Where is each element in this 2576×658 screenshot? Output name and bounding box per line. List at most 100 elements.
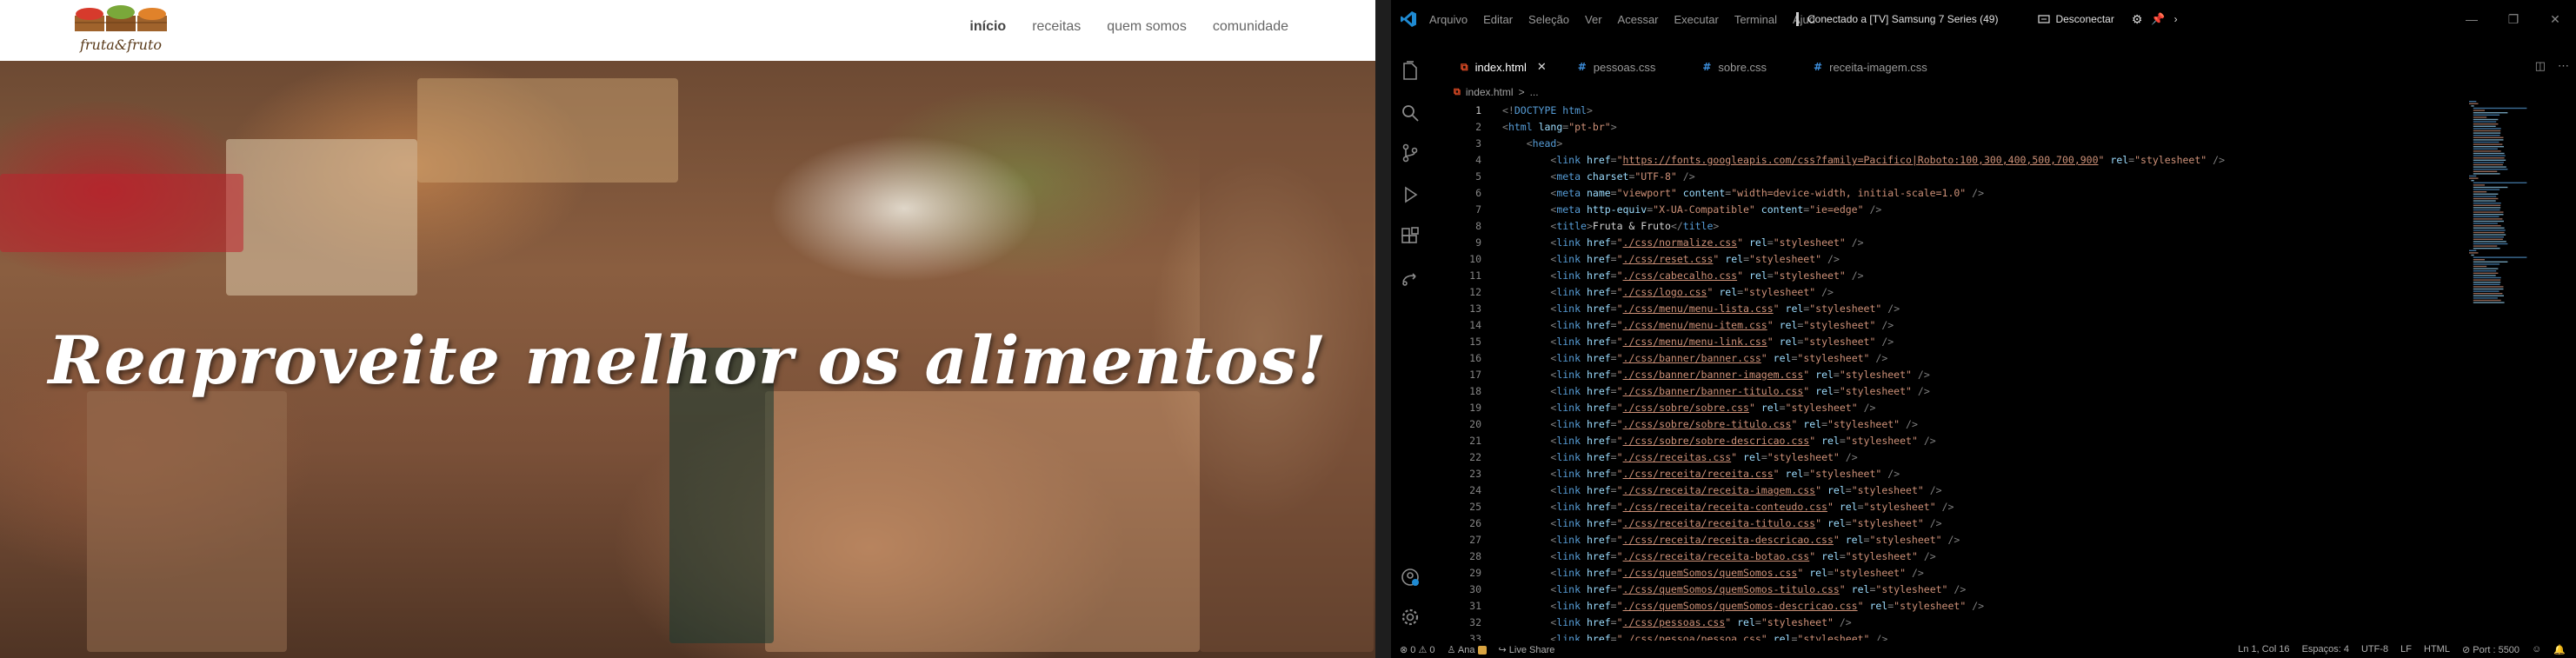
explorer-icon[interactable] [1400, 61, 1421, 82]
restore-icon[interactable]: ❐ [2493, 0, 2534, 38]
code-line[interactable]: 22 <link href="./css/receitas.css" rel="… [1429, 449, 2533, 466]
code-line[interactable]: 19 <link href="./css/sobre/sobre.css" re… [1429, 400, 2533, 416]
breadcrumb-more[interactable]: ... [1530, 86, 1539, 98]
nav-comunidade[interactable]: comunidade [1213, 19, 1288, 35]
site-logo[interactable]: fruta&fruto [73, 3, 169, 57]
code-line[interactable]: 16 <link href="./css/banner/banner.css" … [1429, 350, 2533, 367]
code-line[interactable]: 18 <link href="./css/banner/banner-titul… [1429, 383, 2533, 400]
logo-wordmark: fruta&fruto [79, 37, 163, 53]
close-tab-icon[interactable]: ✕ [1537, 60, 1547, 74]
code-line[interactable]: 27 <link href="./css/receita/receita-des… [1429, 532, 2533, 548]
menu-arquivo[interactable]: Arquivo [1429, 13, 1468, 26]
close-window-icon[interactable]: ✕ [2534, 0, 2576, 38]
code-line[interactable]: 31 <link href="./css/quemSomos/quemSomos… [1429, 598, 2533, 615]
code-line[interactable]: 14 <link href="./css/menu/menu-item.css"… [1429, 317, 2533, 334]
split-editor-icon[interactable]: ◫ [2535, 59, 2546, 73]
feedback-icon[interactable]: ☺ [2532, 644, 2541, 655]
code-line[interactable]: 17 <link href="./css/banner/banner-image… [1429, 367, 2533, 383]
code-line[interactable]: 28 <link href="./css/receita/receita-bot… [1429, 548, 2533, 565]
indentation[interactable]: Espaços: 4 [2302, 644, 2349, 655]
search-icon[interactable] [1400, 103, 1421, 123]
code-line[interactable]: 6 <meta name="viewport" content="width=d… [1429, 185, 2533, 202]
nav-quem-somos[interactable]: quem somos [1107, 19, 1187, 35]
account-icon[interactable] [1400, 567, 1421, 588]
remote-divider [1796, 12, 1799, 26]
code-line[interactable]: 2 <html lang="pt-br"> [1429, 119, 2533, 136]
code-line[interactable]: 11 <link href="./css/cabecalho.css" rel=… [1429, 268, 2533, 284]
menu-ver[interactable]: Ver [1585, 13, 1602, 26]
breadcrumb-file[interactable]: index.html [1466, 86, 1514, 98]
code-line[interactable]: 23 <link href="./css/receita/receita.css… [1429, 466, 2533, 482]
minimap[interactable] [2469, 101, 2565, 344]
minimap-line [2473, 184, 2485, 186]
line-number: 5 [1475, 170, 1481, 183]
menu-acessar[interactable]: Acessar [1618, 13, 1659, 26]
code-line[interactable]: 12 <link href="./css/logo.css" rel="styl… [1429, 284, 2533, 301]
minimize-icon[interactable]: — [2451, 0, 2493, 38]
code-line[interactable]: 3 <head> [1429, 136, 2533, 152]
code-line[interactable]: 7 <meta http-equiv="X-UA-Compatible" con… [1429, 202, 2533, 218]
minimap-line [2473, 256, 2527, 258]
code-editor[interactable]: 1 <!DOCTYPE html> 2 <html lang="pt-br"> 3 <h… [1429, 103, 2533, 641]
nav-receitas[interactable]: receitas [1032, 19, 1081, 35]
minimap-line [2469, 249, 2477, 251]
settings-icon[interactable]: ⚙ [2132, 12, 2143, 27]
problems-indicator[interactable]: ⊗ 0 ⚠ 0 [1400, 644, 1435, 655]
code-text: <link href="./css/quemSomos/quemSomos-ti… [1550, 583, 1967, 595]
market-crate [0, 174, 243, 252]
disconnect-button[interactable]: Desconectar [2038, 13, 2114, 25]
code-line[interactable]: 1 <!DOCTYPE html> [1429, 103, 2533, 119]
code-line[interactable]: 26 <link href="./css/receita/receita-tit… [1429, 515, 2533, 532]
warning-icon: ⚠ [1418, 644, 1428, 655]
chevron-right-icon[interactable]: › [2174, 13, 2178, 25]
code-line[interactable]: 8 <title>Fruta & Fruto</title> [1429, 218, 2533, 235]
line-number: 14 [1469, 319, 1481, 331]
language-mode[interactable]: HTML [2424, 644, 2450, 655]
tab-receita-imagem-css[interactable]: # receita-imagem.css [1782, 52, 1943, 82]
more-actions-icon[interactable]: ⋯ [2558, 59, 2569, 73]
menu-terminal[interactable]: Terminal [1734, 13, 1777, 26]
code-line[interactable]: 4 <link href="https://fonts.googleapis.c… [1429, 152, 2533, 169]
code-line[interactable]: 24 <link href="./css/receita/receita-ima… [1429, 482, 2533, 499]
encoding[interactable]: UTF-8 [2361, 644, 2388, 655]
menu-editar[interactable]: Editar [1483, 13, 1513, 26]
run-debug-icon[interactable] [1400, 184, 1421, 205]
notifications-icon[interactable]: 🔔 [2553, 644, 2566, 655]
disconnect-icon [2038, 15, 2051, 23]
code-line[interactable]: 9 <link href="./css/normalize.css" rel="… [1429, 235, 2533, 251]
minimap-line [2473, 107, 2527, 110]
code-line[interactable]: 25 <link href="./css/receita/receita-con… [1429, 499, 2533, 515]
minimap-line [2473, 136, 2504, 138]
code-line[interactable]: 21 <link href="./css/sobre/sobre-descric… [1429, 433, 2533, 449]
tab-pessoas-css[interactable]: # pessoas.css [1562, 52, 1672, 82]
minimap-line [2473, 270, 2497, 272]
extensions-icon[interactable] [1400, 226, 1421, 247]
pin-icon[interactable]: 📌 [2151, 12, 2165, 26]
tab-sobre-css[interactable]: # sobre.css [1671, 52, 1782, 82]
status-right: Ln 1, Col 16 Espaços: 4 UTF-8 LF HTML ⊘ … [2238, 644, 2566, 655]
live-server-port[interactable]: ⊘ Port : 5500 [2462, 644, 2519, 655]
live-share-status[interactable]: ↪ Live Share [1499, 644, 1555, 655]
code-line[interactable]: 32 <link href="./css/pessoas.css" rel="s… [1429, 615, 2533, 631]
menu-executar[interactable]: Executar [1674, 13, 1719, 26]
source-control-icon[interactable] [1400, 143, 1421, 163]
account-status[interactable]: ♙ Ana [1448, 644, 1487, 655]
minimap-line [2473, 290, 2499, 292]
manage-gear-icon[interactable] [1400, 607, 1421, 628]
code-line[interactable]: 20 <link href="./css/sobre/sobre-titulo.… [1429, 416, 2533, 433]
code-text: <link href="./css/receita/receita-botao.… [1550, 550, 1936, 562]
menu-selecao[interactable]: Seleção [1528, 13, 1569, 26]
live-share-icon[interactable] [1400, 268, 1421, 289]
code-line[interactable]: 10 <link href="./css/reset.css" rel="sty… [1429, 251, 2533, 268]
code-line[interactable]: 30 <link href="./css/quemSomos/quemSomos… [1429, 582, 2533, 598]
code-text: <link href="./css/banner/banner-imagem.c… [1550, 369, 1930, 381]
tab-index-html[interactable]: ⧉ index.html ✕ [1429, 52, 1562, 82]
end-of-line[interactable]: LF [2400, 644, 2412, 655]
warning-count: 0 [1429, 644, 1435, 655]
code-line[interactable]: 5 <meta charset="UTF-8" /> [1429, 169, 2533, 185]
code-line[interactable]: 15 <link href="./css/menu/menu-link.css"… [1429, 334, 2533, 350]
code-line[interactable]: 29 <link href="./css/quemSomos/quemSomos… [1429, 565, 2533, 582]
code-line[interactable]: 13 <link href="./css/menu/menu-lista.css… [1429, 301, 2533, 317]
cursor-position[interactable]: Ln 1, Col 16 [2238, 644, 2289, 655]
nav-inicio[interactable]: início [969, 19, 1006, 35]
